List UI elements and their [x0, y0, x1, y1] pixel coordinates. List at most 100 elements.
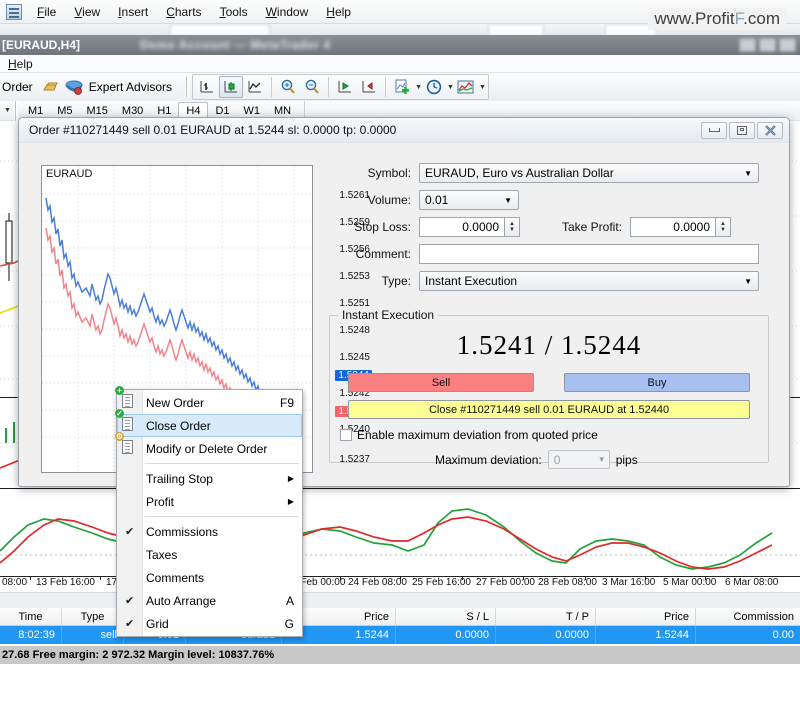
buy-button[interactable]: Buy — [564, 373, 750, 392]
close-position-button[interactable]: Close #110271449 sell 0.01 EURAUD at 1.5… — [348, 400, 750, 419]
watermark-mid: F — [734, 9, 744, 28]
toolbar-overflow-caret[interactable]: ▼ — [4, 107, 11, 114]
auto-scroll-icon[interactable] — [333, 76, 357, 98]
menu-file[interactable]: File — [28, 2, 65, 22]
zoom-out-icon[interactable] — [300, 76, 324, 98]
period-dropdown-caret[interactable]: ▼ — [447, 84, 454, 91]
chart-window-caption: [EURAUD,H4] Demo Account — MetaTrader 4 — [0, 35, 800, 55]
cell-sl: 0.0000 — [396, 626, 496, 644]
comment-row: Comment: — [329, 244, 769, 264]
stop-loss-label: Stop Loss: — [354, 220, 411, 234]
menu-item-auto-arrange[interactable]: ✔ Auto Arrange A — [117, 589, 302, 612]
watermark: www.ProfitF.com — [648, 8, 786, 30]
candlestick-chart-icon[interactable] — [219, 76, 244, 98]
menu-help-secondary[interactable]: Help — [0, 56, 41, 72]
menu-item-accelerator: F9 — [279, 395, 294, 410]
th-time[interactable]: Time — [0, 607, 62, 626]
metatrader-window: 08:00 13 Feb 16:00 17 F 1 Feb 00:00 24 F… — [0, 0, 800, 704]
order-form: Symbol: EURAUD, Euro vs Australian Dolla… — [329, 163, 769, 298]
instant-execution-caption: Instant Execution — [338, 308, 439, 322]
stop-loss-spin-buttons[interactable]: ▲ ▼ — [505, 217, 520, 237]
menu-item-label: Profit — [146, 494, 175, 509]
menu-item-modify-or-delete-order[interactable]: ⚙ Modify or Delete Order — [115, 432, 302, 460]
new-order-label[interactable]: Order — [0, 80, 39, 94]
comment-label: Comment: — [355, 247, 411, 261]
add-indicator-icon[interactable] — [390, 76, 414, 98]
gold-bar-icon[interactable] — [39, 76, 63, 98]
minimize-button[interactable] — [701, 121, 727, 139]
add-indicator-dropdown-caret[interactable]: ▼ — [415, 84, 422, 91]
order-context-menu[interactable]: + New Order F9 ✓ Close Order ⚙ Modify or… — [115, 386, 303, 637]
comment-input[interactable] — [419, 244, 759, 264]
check-icon: ✔ — [125, 595, 135, 607]
take-profit-spin-buttons[interactable]: ▲ ▼ — [716, 217, 731, 237]
dialog-window-buttons — [701, 121, 783, 139]
expert-advisors-label[interactable]: Expert Advisors — [87, 80, 178, 94]
chart-caption-blurred: Demo Account — MetaTrader 4 — [140, 38, 331, 52]
watermark-pre: www.Profit — [654, 9, 735, 28]
volume-select[interactable]: 0.01 ▼ — [419, 190, 519, 210]
toolbar-separator-3 — [385, 77, 387, 97]
menu-separator — [145, 463, 299, 464]
templates-icon[interactable] — [454, 76, 478, 98]
max-deviation-checkbox-row[interactable]: Enable maximum deviation from quoted pri… — [340, 428, 768, 442]
stop-loss-input[interactable]: 0.0000 — [419, 217, 505, 237]
take-profit-input[interactable]: 0.0000 — [630, 217, 716, 237]
th-commission[interactable]: Commission — [696, 608, 800, 626]
max-deviation-row: Maximum deviation: 0 ▼ pips — [435, 450, 768, 469]
status-bar-text: 27.68 Free margin: 2 972.32 Margin level… — [2, 649, 275, 661]
bar-chart-icon[interactable] — [195, 76, 219, 98]
th-tp[interactable]: T / P — [496, 607, 596, 626]
menu-item-taxes[interactable]: Taxes — [117, 543, 302, 566]
menu-separator-2 — [145, 516, 299, 517]
menu-item-trailing-stop[interactable]: Trailing Stop ▶ — [117, 467, 302, 490]
type-select[interactable]: Instant Execution ▼ — [419, 271, 759, 291]
th-price-current[interactable]: Price — [596, 607, 696, 626]
menu-help[interactable]: Help — [317, 2, 360, 22]
period-icon[interactable] — [422, 76, 446, 98]
menu-window[interactable]: Window — [257, 2, 318, 22]
chart-shift-icon[interactable] — [357, 76, 381, 98]
line-chart-icon[interactable] — [243, 76, 267, 98]
menu-item-profit[interactable]: Profit ▶ — [117, 490, 302, 513]
restore-button[interactable] — [729, 121, 755, 139]
templates-dropdown-caret[interactable]: ▼ — [479, 84, 486, 91]
chevron-down-icon: ▼ — [744, 168, 752, 178]
menu-view[interactable]: View — [65, 2, 109, 22]
menu-item-label: Close Order — [146, 418, 211, 433]
expert-advisors-icon[interactable] — [63, 76, 87, 98]
menu-charts[interactable]: Charts — [157, 2, 210, 22]
chart-caption-window-buttons[interactable] — [739, 38, 796, 52]
toolbar-grip[interactable] — [185, 77, 190, 97]
menu-item-grid[interactable]: ✔ Grid G — [117, 612, 302, 635]
stop-loss-stepper[interactable]: 0.0000 ▲ ▼ — [419, 217, 520, 237]
max-deviation-label: Maximum deviation: — [435, 452, 542, 467]
menu-item-comments[interactable]: Comments — [117, 566, 302, 589]
menu-item-new-order[interactable]: + New Order F9 — [115, 386, 302, 414]
close-button[interactable] — [757, 121, 783, 139]
th-type[interactable]: Type — [62, 607, 124, 626]
max-deviation-checkbox-label: Enable maximum deviation from quoted pri… — [357, 428, 598, 442]
max-deviation-checkbox[interactable] — [340, 429, 352, 441]
menu-item-close-order[interactable]: ✓ Close Order — [115, 409, 302, 437]
menu-tools[interactable]: Tools — [211, 2, 257, 22]
symbol-value: EURAUD, Euro vs Australian Dollar — [425, 166, 614, 180]
max-deviation-select[interactable]: 0 ▼ — [547, 450, 610, 469]
symbol-select[interactable]: EURAUD, Euro vs Australian Dollar ▼ — [419, 163, 759, 183]
dialog-title-bar[interactable]: Order #110271449 sell 0.01 EURAUD at 1.5… — [19, 118, 789, 143]
menu-item-accelerator: G — [284, 616, 294, 631]
cell-tp: 0.0000 — [496, 626, 596, 644]
menu-item-commissions[interactable]: ✔ Commissions — [117, 520, 302, 543]
menu-insert[interactable]: Insert — [109, 2, 157, 22]
sell-button[interactable]: Sell — [348, 373, 534, 392]
th-sl[interactable]: S / L — [396, 607, 496, 626]
zoom-in-icon[interactable] — [276, 76, 300, 98]
take-profit-label: Take Profit: — [561, 220, 622, 234]
bottom-filler — [0, 664, 800, 704]
toolbar-separator — [271, 77, 273, 97]
menu-item-label: Auto Arrange — [146, 593, 217, 608]
menu-item-label: Modify or Delete Order — [146, 441, 268, 456]
take-profit-stepper[interactable]: 0.0000 ▲ ▼ — [630, 217, 731, 237]
type-row: Type: Instant Execution ▼ — [329, 271, 769, 291]
timeframe-grip[interactable] — [13, 100, 18, 121]
